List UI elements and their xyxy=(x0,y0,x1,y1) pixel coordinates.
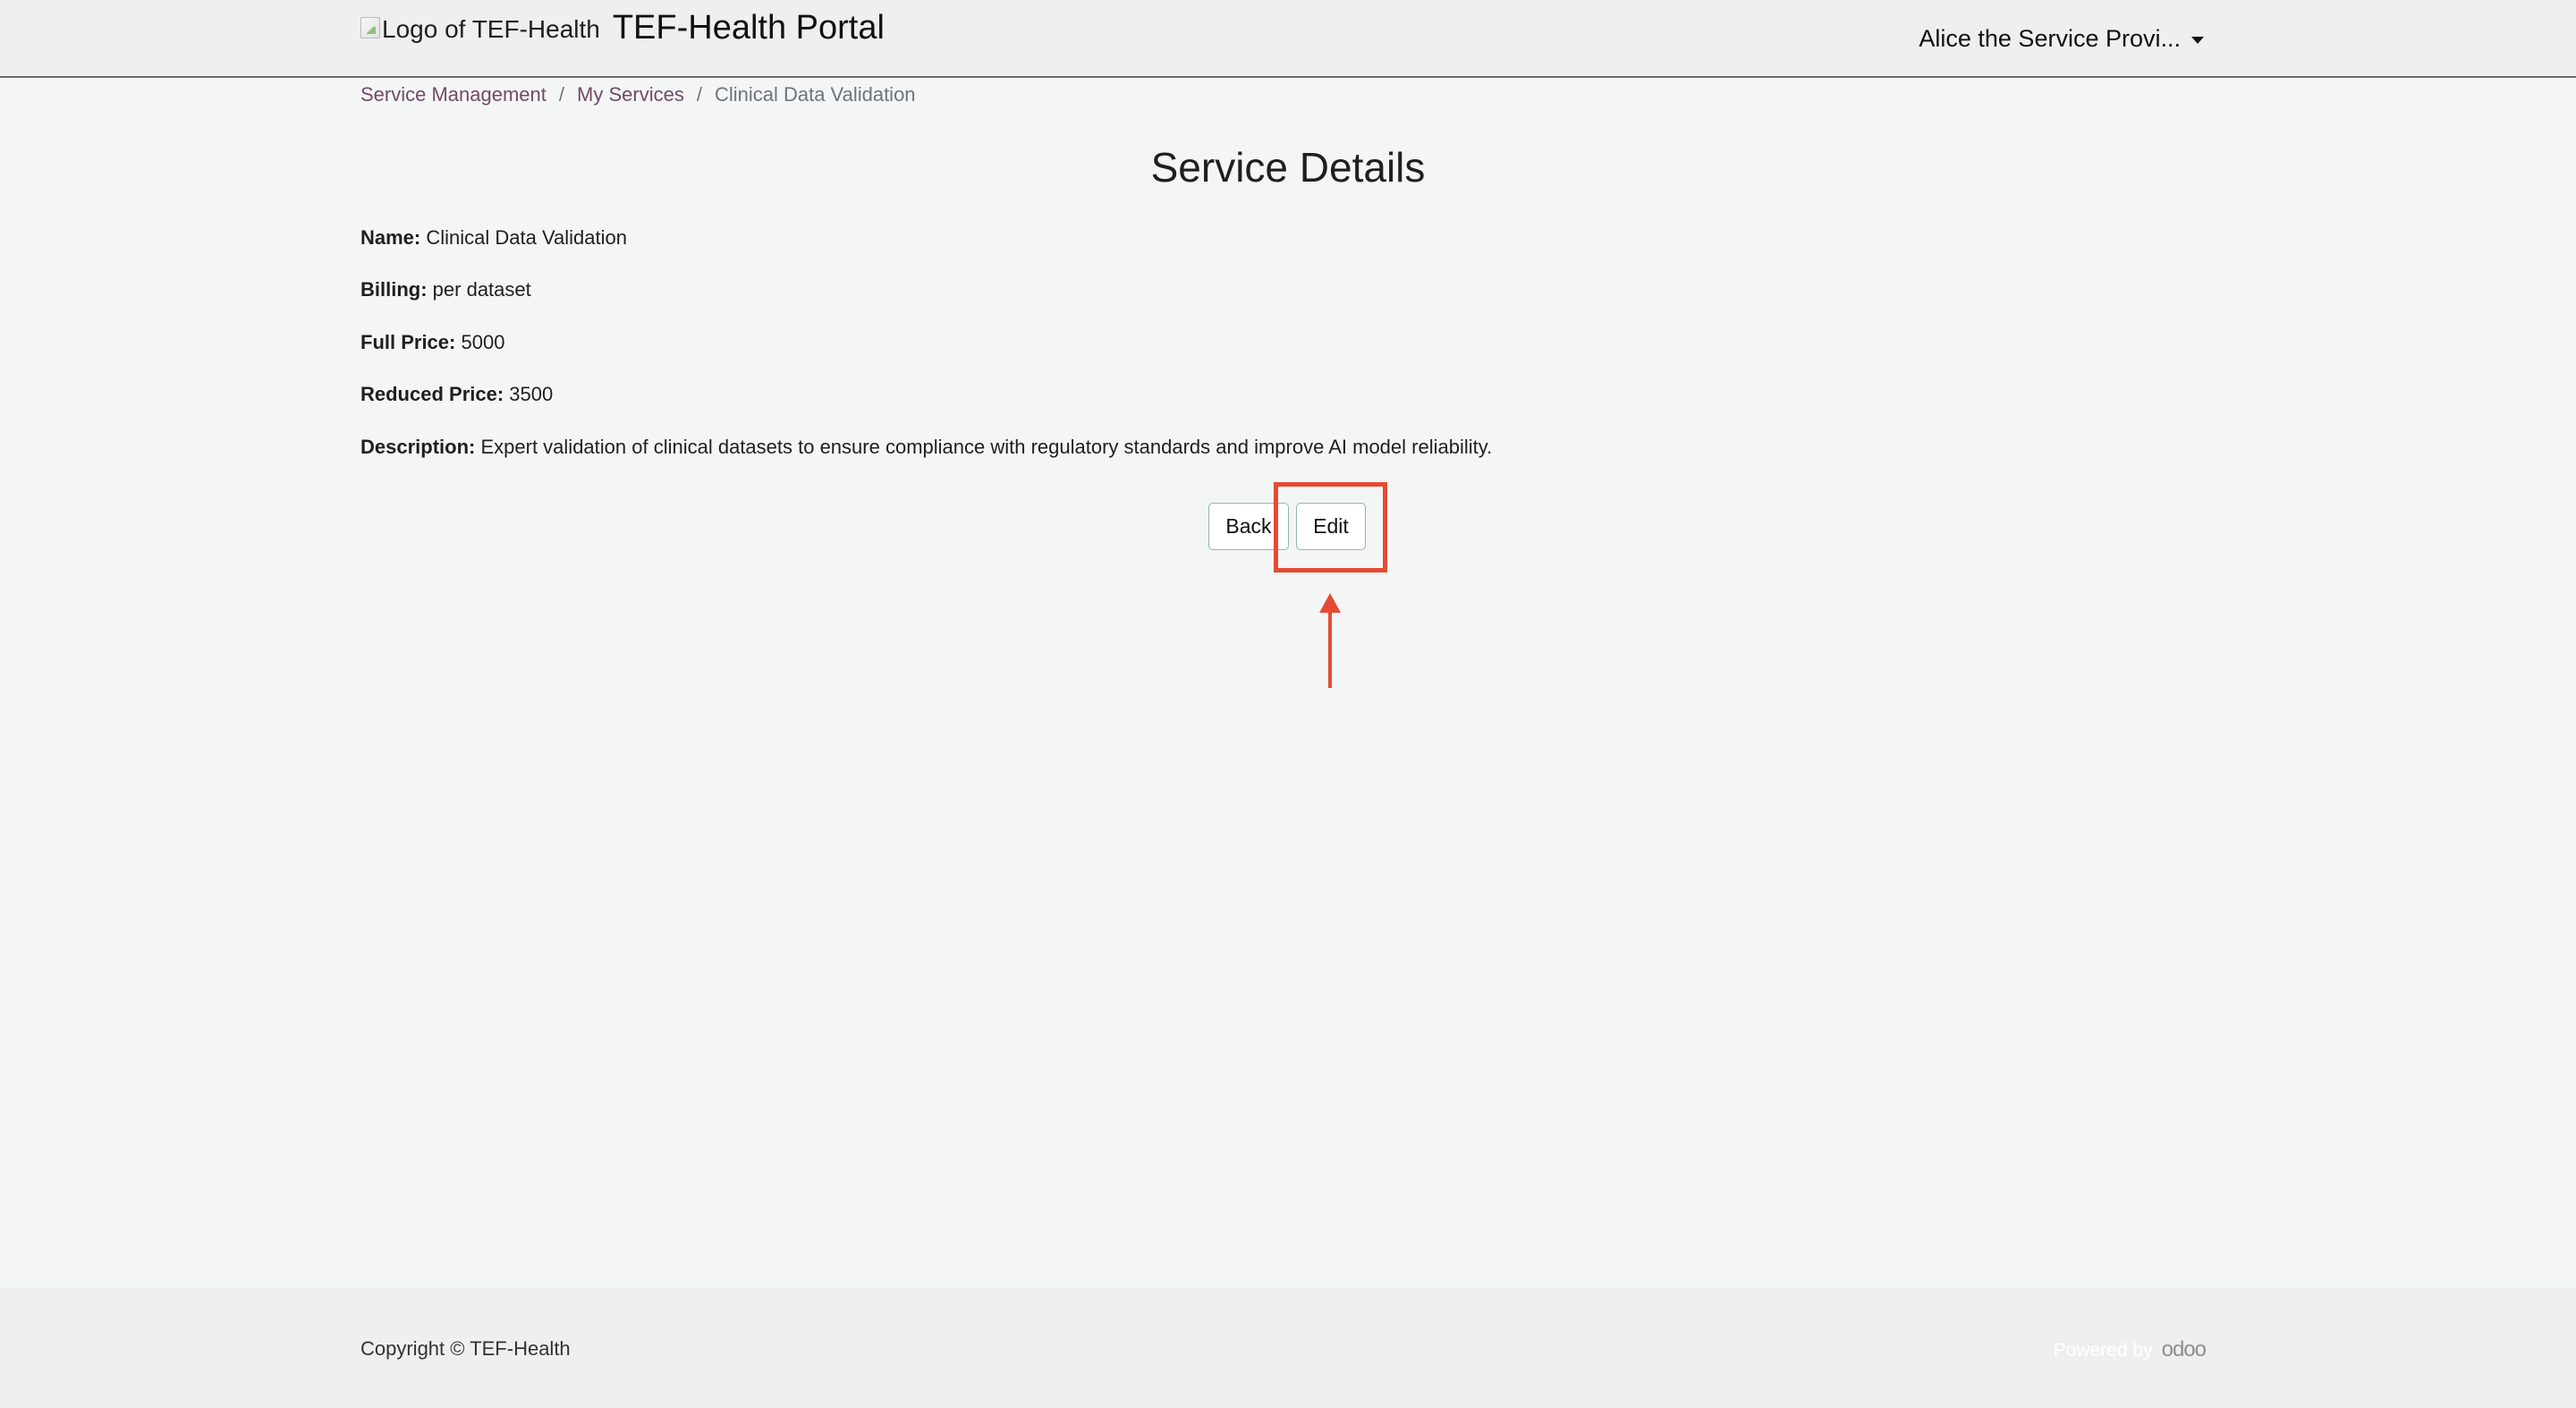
name-label: Name: xyxy=(360,226,421,249)
breadcrumb-current: Clinical Data Validation xyxy=(714,83,916,106)
logo-alt-text: Logo of TEF-Health xyxy=(382,15,600,43)
site-logo[interactable]: Logo of TEF-Health xyxy=(360,17,600,42)
breadcrumb: Service Management / My Services / Clini… xyxy=(360,83,916,106)
page-footer: Copyright © TEF-Health Powered by odoo xyxy=(0,1288,2576,1408)
breadcrumb-separator: / xyxy=(558,83,565,106)
arrow-up-icon xyxy=(1319,593,1341,688)
broken-image-icon xyxy=(360,17,380,38)
full-price-value: 5000 xyxy=(461,330,505,353)
user-menu-label: Alice the Service Provi... xyxy=(1919,25,2181,52)
detail-name: Name: Clinical Data Validation xyxy=(360,226,1492,250)
odoo-logo: odoo xyxy=(2161,1337,2207,1361)
description-label: Description: xyxy=(360,435,476,458)
copyright-text: Copyright © TEF-Health xyxy=(360,1337,571,1360)
service-details: Name: Clinical Data Validation Billing: … xyxy=(360,226,1492,488)
caret-down-icon xyxy=(2191,36,2204,44)
description-value: Expert validation of clinical datasets t… xyxy=(480,435,1493,458)
page-title: Service Details xyxy=(1150,144,1426,191)
detail-reduced-price: Reduced Price: 3500 xyxy=(360,383,1492,406)
detail-billing: Billing: per dataset xyxy=(360,278,1492,301)
powered-by[interactable]: Powered by odoo xyxy=(2053,1337,2207,1362)
breadcrumb-service-management[interactable]: Service Management xyxy=(360,83,547,106)
billing-label: Billing: xyxy=(360,278,428,301)
portal-title[interactable]: TEF-Health Portal xyxy=(613,11,885,45)
name-value: Clinical Data Validation xyxy=(426,226,627,249)
detail-full-price: Full Price: 5000 xyxy=(360,331,1492,354)
top-navbar: Logo of TEF-Health TEF-Health Portal Ali… xyxy=(0,0,2576,78)
breadcrumb-separator: / xyxy=(696,83,702,106)
reduced-price-value: 3500 xyxy=(509,383,554,406)
user-menu-dropdown[interactable]: Alice the Service Provi... xyxy=(1919,25,2204,53)
brand[interactable]: Logo of TEF-Health TEF-Health Portal xyxy=(360,11,885,45)
detail-description: Description: Expert validation of clinic… xyxy=(360,436,1492,459)
edit-highlight-box xyxy=(1274,482,1387,573)
full-price-label: Full Price: xyxy=(360,330,456,353)
billing-value: per dataset xyxy=(432,278,531,301)
powered-by-label: Powered by xyxy=(2053,1340,2153,1361)
breadcrumb-my-services[interactable]: My Services xyxy=(577,83,684,106)
reduced-price-label: Reduced Price: xyxy=(360,383,504,406)
